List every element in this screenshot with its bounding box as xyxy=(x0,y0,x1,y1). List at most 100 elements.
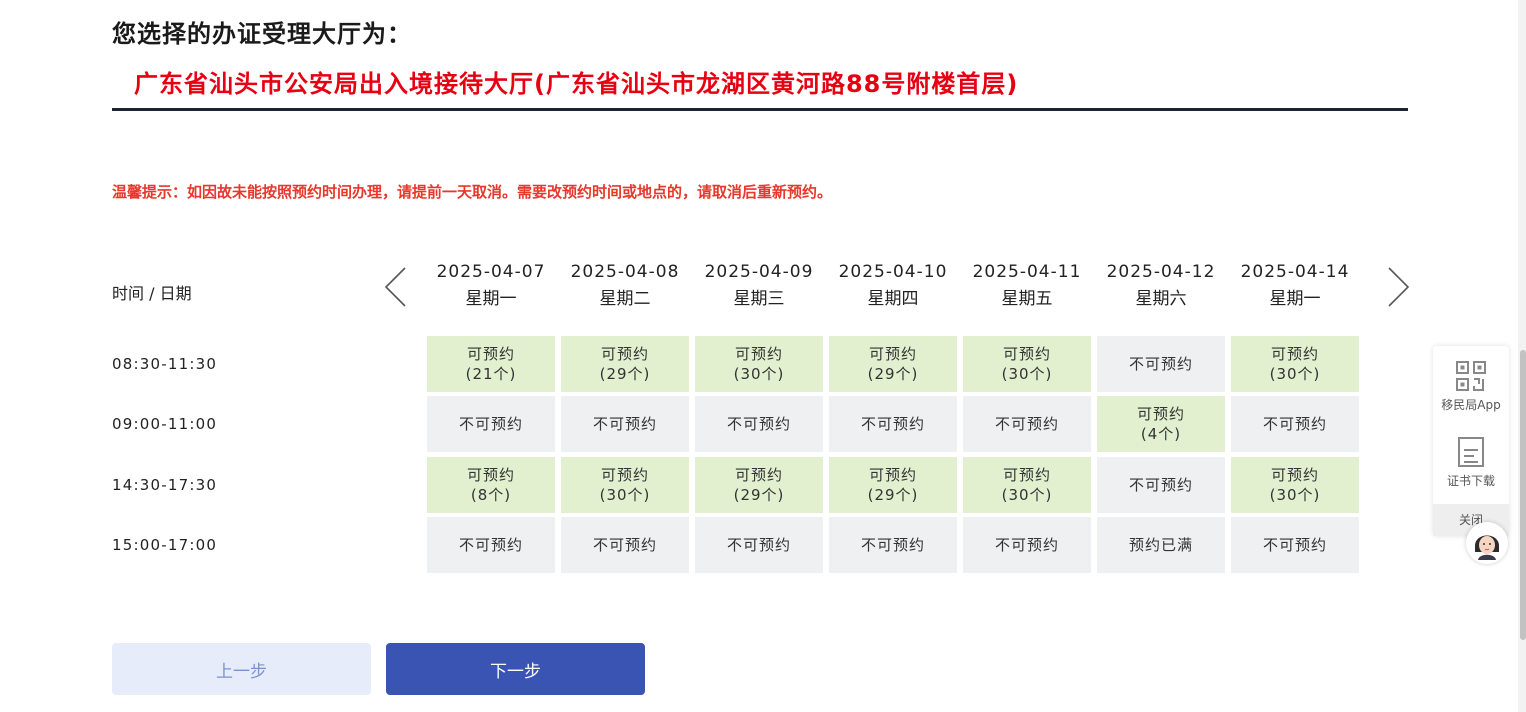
certificate-icon xyxy=(1458,437,1484,467)
slot-count: (4个) xyxy=(1140,425,1182,443)
page-heading: 您选择的办证受理大厅为： xyxy=(112,20,412,48)
slot-count: (30个) xyxy=(1269,486,1321,504)
slot-status: 不可预约 xyxy=(994,415,1059,433)
slot-status: 可预约 xyxy=(868,466,917,484)
slot-count: (8个) xyxy=(470,486,512,504)
day-weekday: 星期二 xyxy=(599,289,651,309)
assistant-avatar[interactable] xyxy=(1466,522,1508,564)
slot-cell[interactable]: 可预约 (8个) xyxy=(427,457,555,513)
slot-status: 不可预约 xyxy=(726,536,791,554)
side-panel: 移民局App 证书下载 关闭 xyxy=(1433,346,1509,536)
time-slot-label: 15:00-17:00 xyxy=(112,536,218,554)
slot-cell: 不可预约 xyxy=(829,517,957,573)
day-date: 2025-04-09 xyxy=(704,262,814,282)
slot-count: (29个) xyxy=(867,365,919,383)
slot-count: (30个) xyxy=(733,365,785,383)
slot-count: (30个) xyxy=(599,486,651,504)
slot-count: (30个) xyxy=(1269,365,1321,383)
slot-cell: 不可预约 xyxy=(1097,457,1225,513)
day-header: 2025-04-14 星期一 xyxy=(1231,260,1359,312)
slot-status: 可预约 xyxy=(734,345,783,363)
slot-cell: 不可预约 xyxy=(561,517,689,573)
slot-count: (30个) xyxy=(1001,365,1053,383)
booking-page: 您选择的办证受理大厅为： 广东省汕头市公安局出入境接待大厅(广东省汕头市龙湖区黄… xyxy=(0,0,1526,712)
slot-status: 预约已满 xyxy=(1128,536,1193,554)
slot-cell[interactable]: 可预约 (30个) xyxy=(561,457,689,513)
day-header: 2025-04-09 星期三 xyxy=(695,260,823,312)
slot-status: 可预约 xyxy=(600,345,649,363)
slot-cell[interactable]: 可预约 (29个) xyxy=(695,457,823,513)
slot-cell[interactable]: 可预约 (21个) xyxy=(427,336,555,392)
slot-status: 不可预约 xyxy=(458,415,523,433)
day-header: 2025-04-07 星期一 xyxy=(427,260,555,312)
slot-status: 可预约 xyxy=(1270,466,1319,484)
slot-status: 可预约 xyxy=(466,466,515,484)
slot-status: 可预约 xyxy=(734,466,783,484)
slot-cell[interactable]: 可预约 (30个) xyxy=(1231,457,1359,513)
slot-cell: 不可预约 xyxy=(695,517,823,573)
slot-cell: 不可预约 xyxy=(561,396,689,452)
chevron-right-icon xyxy=(1388,267,1410,307)
slot-status: 可预约 xyxy=(466,345,515,363)
slot-status: 可预约 xyxy=(1002,466,1051,484)
day-weekday: 星期四 xyxy=(867,289,919,309)
prev-step-button[interactable]: 上一步 xyxy=(112,643,371,695)
day-weekday: 星期五 xyxy=(1001,289,1053,309)
slot-status: 不可预约 xyxy=(994,536,1059,554)
day-date: 2025-04-07 xyxy=(436,262,546,282)
time-date-label: 时间 / 日期 xyxy=(112,284,192,303)
slot-status: 可预约 xyxy=(1136,405,1185,423)
slot-status: 不可预约 xyxy=(458,536,523,554)
slot-status: 可预约 xyxy=(1002,345,1051,363)
slot-cell: 不可预约 xyxy=(1231,517,1359,573)
slot-status: 可预约 xyxy=(868,345,917,363)
prev-week-arrow[interactable] xyxy=(383,266,409,308)
cert-download-link[interactable]: 证书下载 xyxy=(1433,436,1509,489)
day-header: 2025-04-08 星期二 xyxy=(561,260,689,312)
slot-cell[interactable]: 可预约 (30个) xyxy=(963,457,1091,513)
slot-status: 不可预约 xyxy=(1262,536,1327,554)
slot-status: 不可预约 xyxy=(860,415,925,433)
slot-cell: 不可预约 xyxy=(427,517,555,573)
time-slot-label: 14:30-17:30 xyxy=(112,476,218,494)
slot-cell: 不可预约 xyxy=(1231,396,1359,452)
next-week-arrow[interactable] xyxy=(1385,266,1411,308)
slot-count: (29个) xyxy=(867,486,919,504)
day-date: 2025-04-14 xyxy=(1240,262,1350,282)
slot-cell: 不可预约 xyxy=(963,517,1091,573)
slot-cell[interactable]: 可预约 (30个) xyxy=(1231,336,1359,392)
day-weekday: 星期一 xyxy=(1269,289,1321,309)
app-download-link[interactable]: 移民局App xyxy=(1433,360,1509,413)
hall-underline xyxy=(112,108,1408,111)
slot-cell[interactable]: 可预约 (4个) xyxy=(1097,396,1225,452)
cert-download-label: 证书下载 xyxy=(1446,474,1495,488)
slot-status: 不可预约 xyxy=(1128,476,1193,494)
selected-hall: 广东省汕头市公安局出入境接待大厅(广东省汕头市龙湖区黄河路88号附楼首层) xyxy=(134,70,1019,98)
slot-status: 可预约 xyxy=(1270,345,1319,363)
slot-status: 不可预约 xyxy=(1128,355,1193,373)
slot-status: 不可预约 xyxy=(592,415,657,433)
slot-count: (21个) xyxy=(465,365,517,383)
slot-status: 可预约 xyxy=(600,466,649,484)
slot-count: (29个) xyxy=(599,365,651,383)
day-weekday: 星期三 xyxy=(733,289,785,309)
day-header: 2025-04-12 星期六 xyxy=(1097,260,1225,312)
assistant-avatar-icon xyxy=(1468,524,1506,562)
slot-status: 不可预约 xyxy=(592,536,657,554)
day-date: 2025-04-11 xyxy=(972,262,1082,282)
slot-cell[interactable]: 可预约 (29个) xyxy=(829,336,957,392)
slot-status: 不可预约 xyxy=(726,415,791,433)
slot-count: (30个) xyxy=(1001,486,1053,504)
day-header: 2025-04-11 星期五 xyxy=(963,260,1091,312)
scrollbar-thumb[interactable] xyxy=(1520,350,1526,640)
slot-cell: 不可预约 xyxy=(1097,336,1225,392)
slot-cell[interactable]: 可预约 (29个) xyxy=(561,336,689,392)
day-weekday: 星期一 xyxy=(465,289,517,309)
slot-cell[interactable]: 可预约 (30个) xyxy=(695,336,823,392)
slot-cell: 不可预约 xyxy=(695,396,823,452)
next-step-button[interactable]: 下一步 xyxy=(386,643,645,695)
slot-cell: 不可预约 xyxy=(963,396,1091,452)
slot-cell: 不可预约 xyxy=(829,396,957,452)
slot-cell[interactable]: 可预约 (30个) xyxy=(963,336,1091,392)
slot-cell[interactable]: 可预约 (29个) xyxy=(829,457,957,513)
